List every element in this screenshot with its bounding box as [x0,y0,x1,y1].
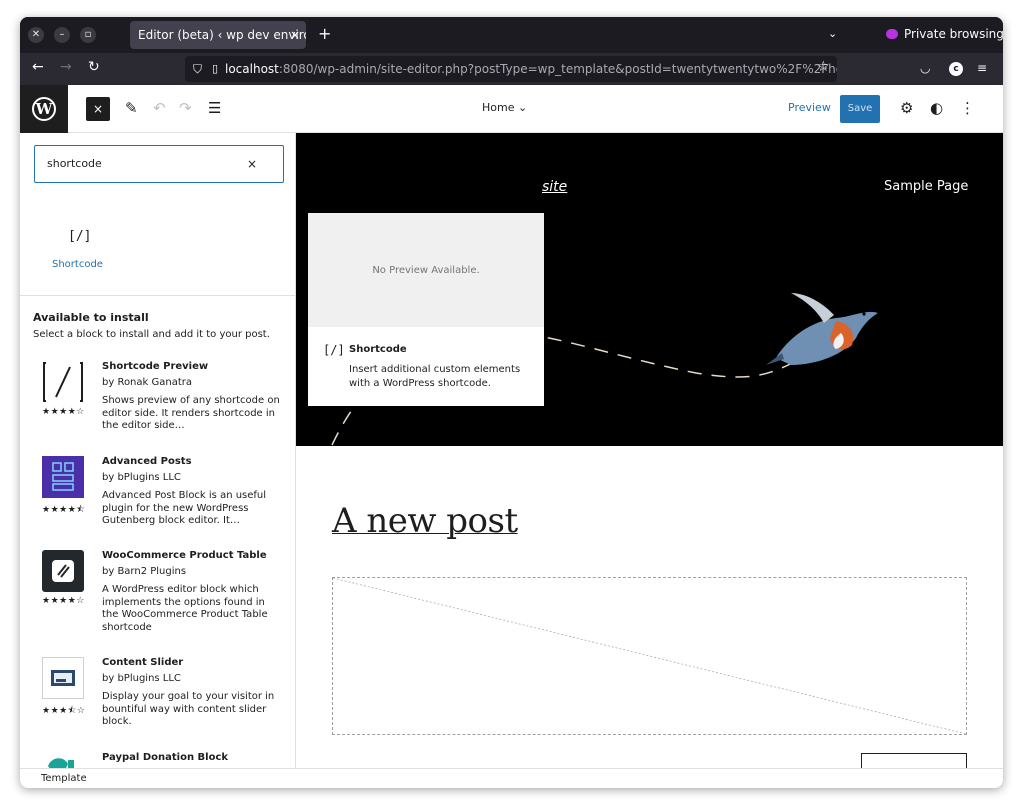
block-preview-area: No Preview Available. [308,213,544,327]
nav-bar: ← → ↻ ⛉ ▯ localhost:8080/wp-admin/site-e… [20,53,1003,85]
tab-editor[interactable]: Editor (beta) ‹ wp dev enviro × [130,21,306,49]
preview-button[interactable]: Preview [788,101,831,114]
pocket-icon[interactable]: ◡ [920,61,930,75]
undo-icon[interactable]: ↶ [153,99,166,117]
plugin-author: by Ronak Ganatra [102,377,192,388]
post-title[interactable]: A new post [332,501,518,541]
plugin-item-advanced-posts[interactable]: ★★★★⯪ Advanced Posts by bPlugins LLC Adv… [42,456,292,542]
more-options-icon[interactable]: ⋮ [960,99,975,117]
bird-icon [766,293,878,365]
plugin-item-woocommerce-product-table[interactable]: ★★★★☆ WooCommerce Product Table by Barn2… [42,550,292,650]
plugin-item-shortcode-preview[interactable]: ★★★★☆ Shortcode Preview by Ronak Ganatra… [42,361,292,447]
shortcode-preview-icon [43,362,83,402]
forward-icon[interactable]: → [60,59,72,75]
private-browsing-indicator: Private browsing [886,27,1003,41]
shortcode-block-icon[interactable]: [/] [68,229,91,244]
plugin-author: by bPlugins LLC [102,673,181,684]
rating-stars: ★★★★☆ [42,407,85,417]
new-tab-button[interactable]: + [318,24,331,43]
save-button[interactable]: Save [840,95,880,123]
browser-window: ✕ – ▫ Editor (beta) ‹ wp dev enviro × + … [20,17,1003,788]
address-bar[interactable]: ⛉ ▯ localhost:8080/wp-admin/site-editor.… [185,56,837,82]
window-close-icon[interactable]: ✕ [28,27,44,43]
back-icon[interactable]: ← [32,59,44,75]
edit-pencil-icon[interactable]: ✎ [125,99,138,117]
editor-header: W × ✎ ↶ ↷ ☰ Home ⌄ Preview Save ⚙ ◐ ⋮ [20,85,1003,133]
block-inserter-panel: shortcode × [/] Shortcode Available to i… [20,133,296,768]
bookmark-star-icon[interactable]: ☆ [817,59,830,75]
plugin-description: Shows preview of any shortcode on editor… [102,395,280,431]
rating-stars: ★★★★☆ [42,596,85,606]
plugin-description: A WordPress editor block which implement… [102,584,268,633]
plugin-name: Advanced Posts [102,456,192,467]
plugin-author: by Barn2 Plugins [102,566,187,577]
block-preview-popover: No Preview Available. [/] Shortcode Inse… [308,213,544,406]
plugin-name: Shortcode Preview [102,361,209,372]
reload-icon[interactable]: ↻ [88,59,100,75]
woocommerce-product-table-icon [42,550,84,592]
close-inserter-button[interactable]: × [86,97,110,121]
plugin-name: WooCommerce Product Table [102,550,267,561]
rating-stars: ★★★★⯪ [42,505,86,515]
list-view-icon[interactable]: ☰ [208,99,221,117]
wp-logo-button[interactable]: W [20,85,68,133]
plugin-item-content-slider[interactable]: ★★★⯪☆ Content Slider by bPlugins LLC Dis… [42,657,292,743]
redo-icon[interactable]: ↷ [179,99,192,117]
shortcode-icon: [/] [323,343,345,357]
tab-close-icon[interactable]: × [290,21,300,49]
popover-block-description: Insert additional custom elements with a… [349,364,521,389]
breadcrumb[interactable]: Template [41,773,87,784]
private-browsing-label: Private browsing [904,27,1003,41]
shield-icon[interactable]: ⛉ [193,56,202,82]
tab-title: Editor (beta) ‹ wp dev enviro [138,28,306,42]
editor-footer: Template [20,768,1003,788]
available-to-install-subtitle: Select a block to install and add it to … [33,329,270,340]
rating-stars: ★★★⯪☆ [42,706,86,716]
url-path: :8080/wp-admin/site-editor.php?postType=… [278,62,837,76]
advanced-posts-icon [42,456,84,498]
divider [20,295,295,296]
page-info-icon[interactable]: ▯ [212,56,218,82]
wp-site-editor: W × ✎ ↶ ↷ ☰ Home ⌄ Preview Save ⚙ ◐ ⋮ sh… [20,85,1003,788]
tab-bar: ✕ – ▫ Editor (beta) ‹ wp dev enviro × + … [20,17,1003,53]
featured-image-placeholder[interactable] [332,577,967,735]
available-to-install-heading: Available to install [33,311,149,324]
button-block[interactable] [861,753,967,768]
clear-search-icon[interactable]: × [247,157,257,171]
account-avatar[interactable]: c [949,62,963,76]
window-minimize-icon[interactable]: – [54,27,70,43]
plugin-author: by bPlugins LLC [102,472,181,483]
menu-icon[interactable]: ≡ [977,61,987,75]
plugin-item-paypal-donation-block[interactable]: Paypal Donation Block [42,752,292,768]
paypal-donation-icon [48,758,74,768]
shortcode-block-label[interactable]: Shortcode [52,259,103,270]
content-slider-icon [42,657,84,699]
url-host: localhost [225,62,279,76]
window-maximize-icon[interactable]: ▫ [80,27,96,43]
plugin-name: Content Slider [102,657,184,668]
settings-gear-icon[interactable]: ⚙ [900,99,913,117]
no-preview-text: No Preview Available. [372,265,480,276]
plugin-description: Display your goal to your visitor in bou… [102,691,275,727]
private-browsing-icon [886,29,898,39]
plugin-description: Advanced Post Block is an useful plugin … [102,490,267,526]
tab-list-chevron-icon[interactable]: ⌄ [828,27,837,40]
plugin-name: Paypal Donation Block [102,752,229,763]
popover-block-title: Shortcode [349,344,407,355]
document-title-dropdown[interactable]: Home ⌄ [482,101,527,114]
styles-contrast-icon[interactable]: ◐ [930,99,943,117]
wordpress-icon: W [32,97,56,121]
